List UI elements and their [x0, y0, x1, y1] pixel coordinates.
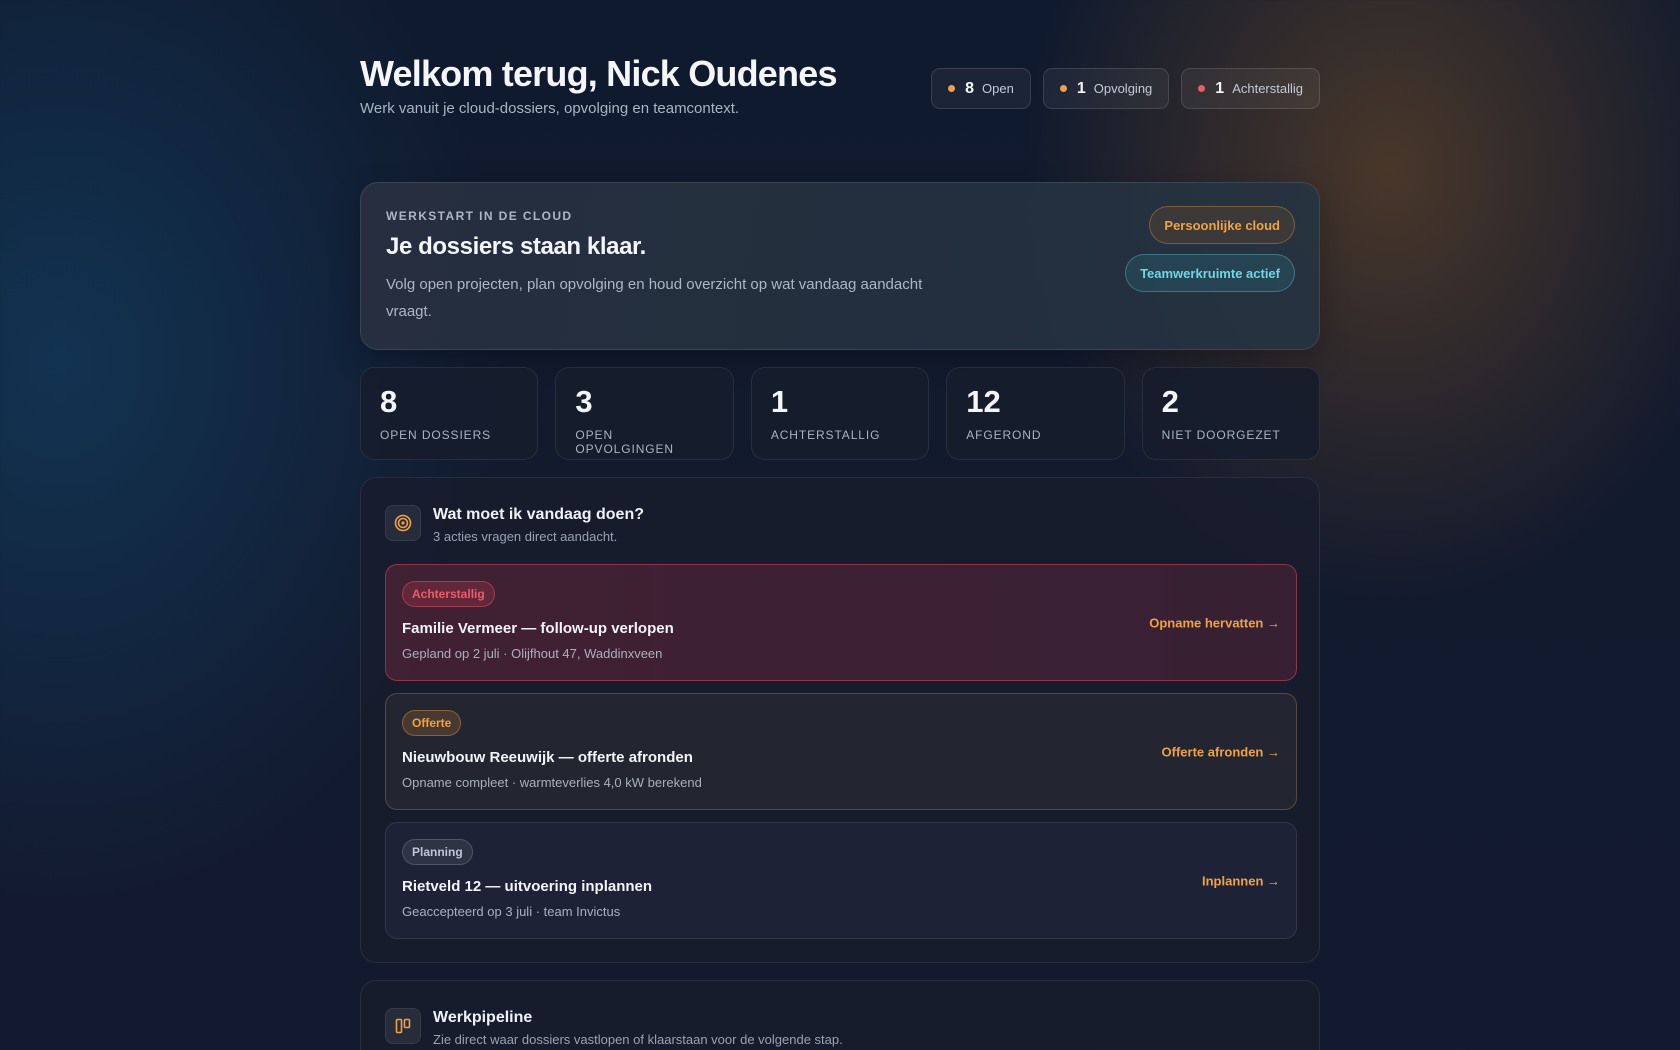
pill-opvolging[interactable]: 1 Opvolging [1042, 68, 1170, 109]
stat-value: 3 [575, 384, 593, 419]
pipeline-title: Werkpipeline [433, 1009, 533, 1026]
stats-row: 8 Open dossiers 3 Open opvolgingen 1 Ach… [360, 367, 1321, 460]
stat-label: Afgerond [966, 428, 1042, 442]
page-header: Welkom terug, Nick Oudenes Werk vanuit j… [360, 52, 1320, 132]
task-meta: Opname compleet · warmteverlies 4,0 kW b… [402, 775, 702, 790]
task-title: Nieuwbouw Reeuwijk — offerte afronden [402, 749, 693, 766]
stat-card-achterstallig[interactable]: 1 Achterstallig [750, 367, 930, 460]
status-dot-icon [948, 85, 956, 92]
stat-value: 12 [966, 384, 1001, 419]
status-dot-icon [1059, 85, 1067, 92]
task-card-reeuwijk[interactable]: Offerte Nieuwbouw Reeuwijk — offerte afr… [385, 693, 1297, 810]
pill-label: Open [982, 81, 1014, 96]
stat-label: Open opvolgingen [575, 428, 674, 456]
hero-text: Volg open projecten, plan opvolging en h… [386, 276, 923, 320]
today-header: Wat moet ik vandaag doen? 3 acties vrage… [385, 505, 644, 544]
stat-card-niet-doorgezet[interactable]: 2 Niet doorgezet [1141, 367, 1321, 460]
task-card-rietveld[interactable]: Planning Rietveld 12 — uitvoering inplan… [385, 822, 1297, 939]
stat-value: 8 [380, 384, 398, 419]
resume-intake-link[interactable]: Opname hervatten → [1149, 615, 1280, 630]
pill-label: Achterstallig [1232, 81, 1303, 96]
pill-count: 8 [965, 79, 975, 97]
stat-card-afgerond[interactable]: 12 Afgerond [946, 367, 1125, 460]
status-pills: 8 Open 1 Opvolging 1 Achterstallig [931, 68, 1320, 109]
status-badge: Planning [402, 839, 473, 865]
finish-quote-link[interactable]: Offerte afronden → [1162, 744, 1280, 759]
target-icon [385, 505, 421, 541]
team-workspace-badge[interactable]: Teamwerkruimte actief [1125, 254, 1295, 292]
stat-label: Niet doorgezet [1161, 428, 1281, 442]
task-meta: Geaccepteerd op 3 juli · team Invictus [402, 904, 621, 919]
pipeline-header: Werkpipeline Zie direct waar dossiers va… [385, 1008, 843, 1047]
stat-card-open-opvolgingen[interactable]: 3 Open opvolgingen [555, 367, 734, 460]
pill-count: 1 [1076, 79, 1086, 97]
task-title: Rietveld 12 — uitvoering inplannen [402, 878, 653, 895]
task-meta: Gepland op 2 juli · Olijfhout 47, Waddin… [402, 646, 663, 661]
pill-count: 1 [1215, 79, 1225, 97]
today-panel: Wat moet ik vandaag doen? 3 acties vrage… [360, 477, 1320, 963]
stat-label: Achterstallig [770, 428, 881, 442]
task-card-vermeer[interactable]: Achterstallig Familie Vermeer — follow-u… [385, 564, 1297, 681]
kanban-icon [385, 1008, 421, 1044]
schedule-link[interactable]: Inplannen → [1202, 873, 1280, 888]
pill-achterstallig[interactable]: 1 Achterstallig [1181, 68, 1320, 109]
pill-open[interactable]: 8 Open [931, 68, 1031, 109]
pill-label: Opvolging [1093, 81, 1153, 96]
stat-label: Open dossiers [380, 428, 492, 442]
hero-card: WERKSTART IN DE CLOUD Je dossiers staan … [360, 182, 1320, 350]
status-dot-icon [1198, 85, 1206, 92]
stat-value: 1 [770, 384, 789, 419]
hero-badges: Persoonlijke cloud Teamwerkruimte actief [1125, 206, 1295, 292]
today-subtitle: 3 acties vragen direct aandacht. [433, 529, 618, 544]
stat-value: 2 [1161, 384, 1179, 419]
status-badge: Offerte [402, 710, 462, 736]
pipeline-subtitle: Zie direct waar dossiers vastlopen of kl… [433, 1032, 843, 1047]
status-badge: Achterstallig [402, 581, 495, 607]
stat-card-open-dossiers[interactable]: 8 Open dossiers [360, 367, 539, 460]
personal-cloud-badge[interactable]: Persoonlijke cloud [1149, 206, 1295, 244]
today-title: Wat moet ik vandaag doen? [433, 506, 644, 523]
pipeline-panel: Werkpipeline Zie direct waar dossiers va… [360, 980, 1320, 1050]
